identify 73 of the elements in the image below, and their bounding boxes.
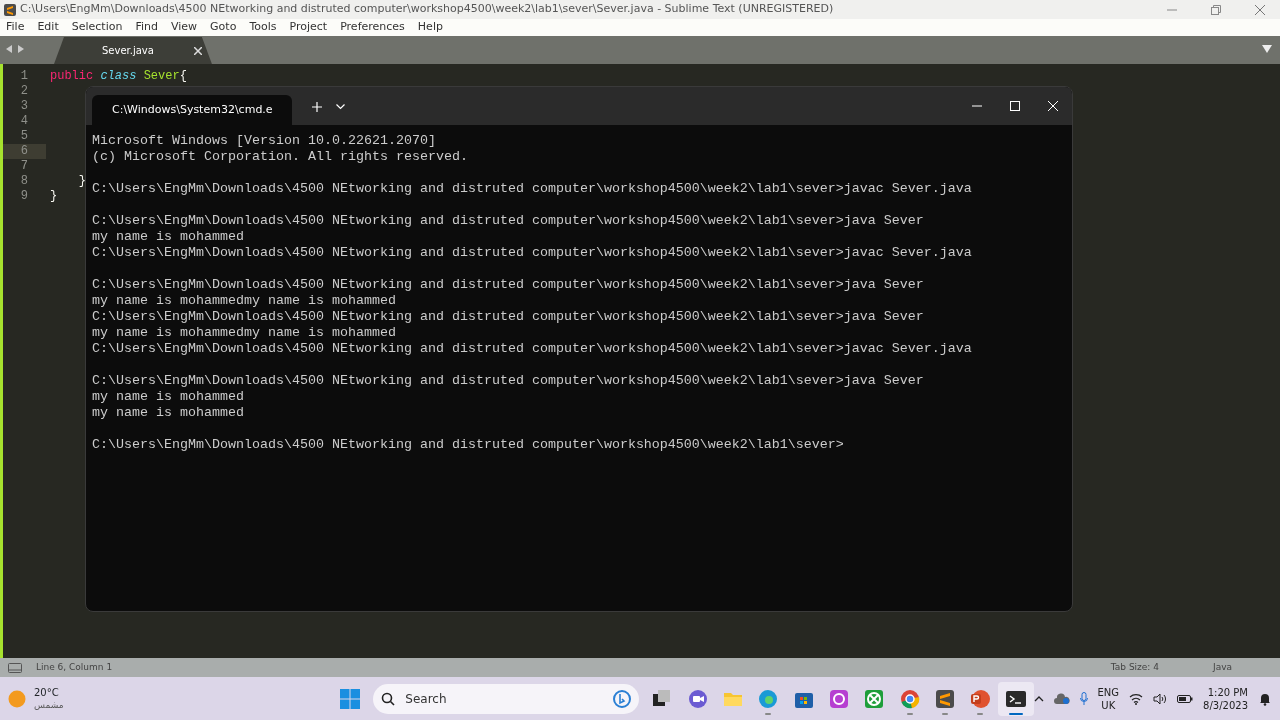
- menu-item[interactable]: Tools: [249, 19, 277, 36]
- panel-icon[interactable]: [8, 662, 22, 673]
- cursor-position: Line 6, Column 1: [36, 660, 113, 674]
- cloud-icon[interactable]: [1053, 692, 1070, 705]
- maximize-icon[interactable]: [1010, 101, 1020, 111]
- microphone-icon[interactable]: [1079, 691, 1088, 706]
- search-icon: [381, 691, 396, 706]
- menu-item[interactable]: Edit: [37, 19, 59, 36]
- line-number: 2: [19, 84, 29, 99]
- menu-item[interactable]: Goto: [210, 19, 237, 36]
- code-line: public class Sever{: [50, 69, 187, 84]
- chevron-up-icon[interactable]: [1033, 695, 1044, 702]
- terminal-line: C:\Users\EngMm\Downloads\4500 NEtworking and distruted computer\workshop4500\week2\lab1\sever>javac Sever.java: [92, 341, 973, 357]
- line-number: 5: [19, 129, 29, 144]
- editor-tab[interactable]: Sever.java: [54, 37, 212, 64]
- terminal-line: C:\Users\EngMm\Downloads\4500 NEtworking and distruted computer\workshop4500\week2\lab1\sever>java Sever: [92, 373, 925, 389]
- line-number: 6: [3, 144, 46, 159]
- terminal-tab[interactable]: C:\Windows\System32\cmd.e: [92, 95, 292, 125]
- search-field[interactable]: Search: [403, 688, 605, 709]
- line-number: 9: [19, 189, 29, 204]
- window-title: C:\Users\EngMm\Downloads\4500 NEtworking and distruted computer\workshop4500\week2\lab1\sever\Sever.java - Sublime Text (UNREGISTERED): [20, 1, 835, 18]
- sun-icon: [8, 689, 26, 708]
- terminal-line: C:\Users\EngMm\Downloads\4500 NEtworking and distruted computer\workshop4500\week2\lab1\sever>: [92, 437, 845, 453]
- menu-item[interactable]: Find: [135, 19, 158, 36]
- terminal-line: Microsoft Windows [Version 10.0.22621.2070]: [92, 133, 437, 149]
- menu-item[interactable]: Preferences: [340, 19, 405, 36]
- chat-icon: [686, 687, 709, 710]
- tab-size[interactable]: Tab Size: 4: [1110, 660, 1159, 675]
- terminal-line: C:\Users\EngMm\Downloads\4500 NEtworking and distruted computer\workshop4500\week2\lab1\sever>javac Sever.java: [92, 245, 973, 261]
- line-number: 7: [19, 159, 29, 174]
- search-box[interactable]: Search: [373, 683, 639, 714]
- clock[interactable]: 1:20 PM 8/3/2023: [1203, 685, 1248, 712]
- line-number: 4: [19, 114, 29, 129]
- navigation-arrows-icon[interactable]: [6, 44, 24, 54]
- presentation-icon: [969, 687, 992, 710]
- volume-icon[interactable]: [1153, 692, 1168, 705]
- terminal-line: C:\Users\EngMm\Downloads\4500 NEtworking and distruted computer\workshop4500\week2\lab1\sever>java Sever: [92, 309, 925, 325]
- wifi-icon[interactable]: [1129, 692, 1144, 705]
- terminal-line: C:\Users\EngMm\Downloads\4500 NEtworking and distruted computer\workshop4500\week2\lab1\sever>java Sever: [92, 213, 925, 229]
- sublime-icon: [934, 687, 957, 710]
- browser-icon: [757, 687, 780, 710]
- terminal-line: (c) Microsoft Corporation. All rights reserved.: [92, 149, 469, 165]
- line-number: 8: [19, 174, 29, 189]
- menu-item[interactable]: Help: [417, 19, 443, 36]
- sublime-logo-icon: [4, 3, 16, 16]
- terminal-line: my name is mohammed: [92, 389, 245, 405]
- chrome-icon: [898, 687, 921, 710]
- menu-item[interactable]: Project: [289, 19, 328, 36]
- line-number: 1: [19, 69, 29, 84]
- notification-bell-icon[interactable]: [1258, 691, 1272, 706]
- windows-start-icon[interactable]: [339, 688, 360, 709]
- photo-app-icon: [828, 687, 851, 710]
- line-number: 3: [19, 99, 29, 114]
- terminal-line: C:\Users\EngMm\Downloads\4500 NEtworking and distruted computer\workshop4500\week2\lab1\sever>javac Sever.java: [92, 181, 973, 197]
- restore-icon[interactable]: [1211, 4, 1221, 15]
- bing-icon: [612, 689, 631, 708]
- taskbar-button[interactable]: [998, 681, 1034, 716]
- temperature: 20°C: [34, 685, 60, 699]
- menu-item[interactable]: Selection: [71, 19, 123, 36]
- terminal-line: C:\Users\EngMm\Downloads\4500 NEtworking and distruted computer\workshop4500\week2\lab1\sever>java Sever: [92, 277, 925, 293]
- game-icon: [863, 687, 886, 710]
- dropdown-icon[interactable]: [336, 104, 345, 110]
- terminal-line: my name is mohammed: [92, 229, 245, 245]
- plus-icon[interactable]: [312, 102, 322, 112]
- terminal-line: my name is mohammedmy name is mohammed: [92, 293, 397, 309]
- menu-item[interactable]: File: [6, 19, 25, 36]
- language-indicator[interactable]: ENG UK: [1097, 685, 1120, 712]
- terminal-line: my name is mohammed: [92, 405, 245, 421]
- syntax-mode[interactable]: Java: [1213, 660, 1232, 675]
- weather-condition: مشمس: [34, 698, 64, 712]
- menu-item[interactable]: View: [171, 19, 198, 36]
- battery-icon[interactable]: [1177, 693, 1194, 704]
- terminal-line: my name is mohammedmy name is mohammed: [92, 325, 397, 341]
